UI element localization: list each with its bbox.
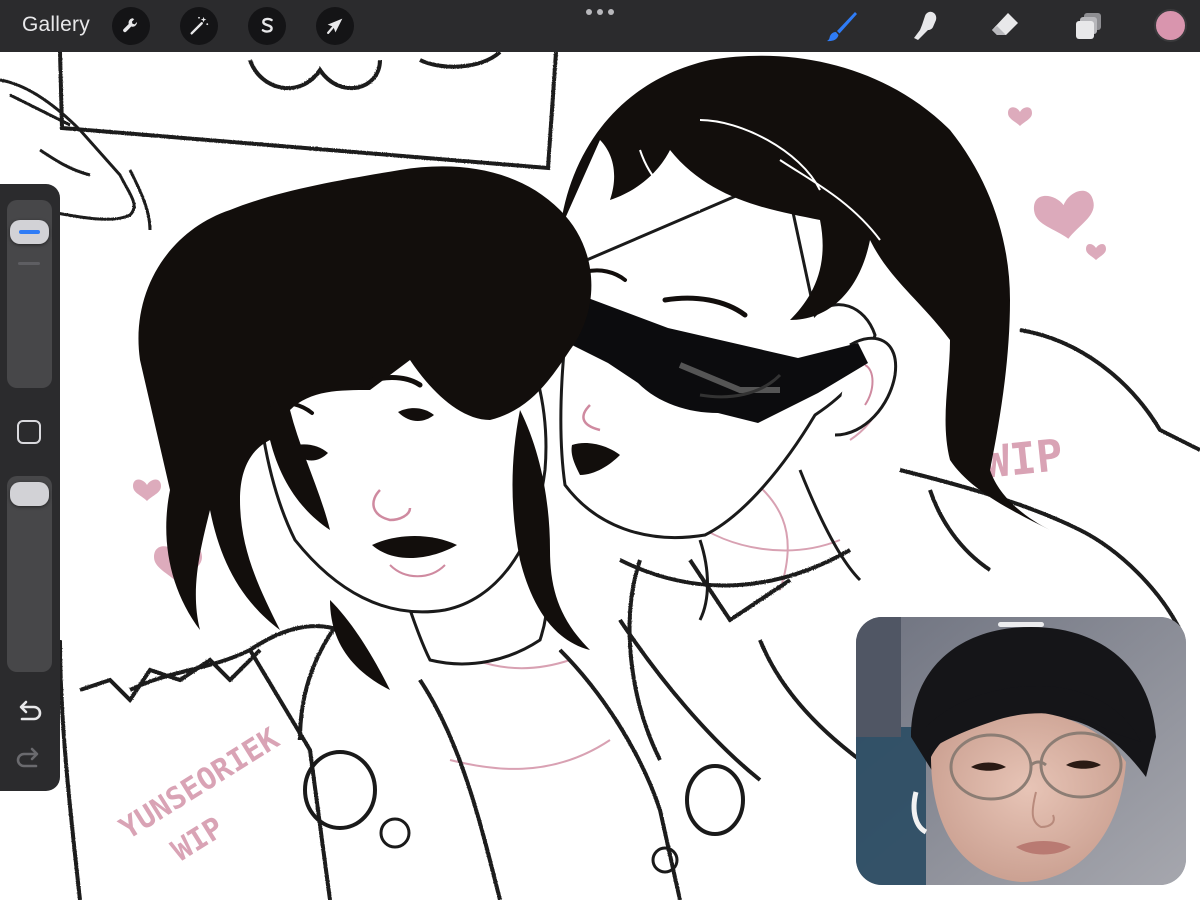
selection-s-icon (261, 17, 273, 33)
brush-opacity-thumb[interactable] (10, 482, 49, 506)
brush-opacity-slider[interactable] (7, 476, 52, 672)
video-call-pip[interactable] (856, 617, 1186, 885)
undo-button[interactable] (14, 698, 44, 726)
jacket-pin (651, 846, 679, 874)
adjustments-button[interactable] (180, 7, 218, 45)
undo-arrow-icon (19, 700, 42, 721)
smudge-tool-button[interactable] (908, 8, 944, 44)
sketch-sign (58, 52, 558, 171)
eraser-tool-button[interactable] (987, 8, 1023, 44)
brush-icon (827, 12, 857, 42)
video-frame (856, 617, 1186, 885)
dot (608, 9, 614, 15)
brush-sidebar (0, 184, 60, 791)
actions-button[interactable] (112, 7, 150, 45)
brush-size-slider[interactable] (7, 200, 52, 388)
color-picker-button[interactable] (1154, 9, 1187, 42)
redo-button[interactable] (14, 745, 44, 773)
transform-button[interactable] (316, 7, 354, 45)
selection-button[interactable] (248, 7, 286, 45)
top-toolbar: Gallery (0, 0, 1200, 52)
jacket-button (685, 764, 745, 836)
layers-button[interactable] (1071, 8, 1107, 44)
slider-tick (18, 262, 40, 265)
wrench-icon (123, 18, 138, 33)
more-options-icon[interactable] (586, 6, 614, 18)
dot (597, 9, 603, 15)
redo-arrow-icon (16, 747, 39, 768)
brush-tool-button[interactable] (824, 8, 860, 44)
gallery-button[interactable]: Gallery (22, 13, 90, 37)
layers-icon (1076, 13, 1101, 39)
modify-button[interactable] (17, 420, 41, 444)
arrow-cursor-icon (327, 18, 343, 34)
brush-size-thumb[interactable] (10, 220, 49, 244)
jacket-button (379, 817, 411, 849)
eraser-icon (992, 13, 1018, 35)
drag-handle-icon[interactable] (998, 622, 1044, 627)
magic-wand-icon (190, 16, 209, 35)
smudge-finger-icon (914, 11, 937, 40)
dot (586, 9, 592, 15)
